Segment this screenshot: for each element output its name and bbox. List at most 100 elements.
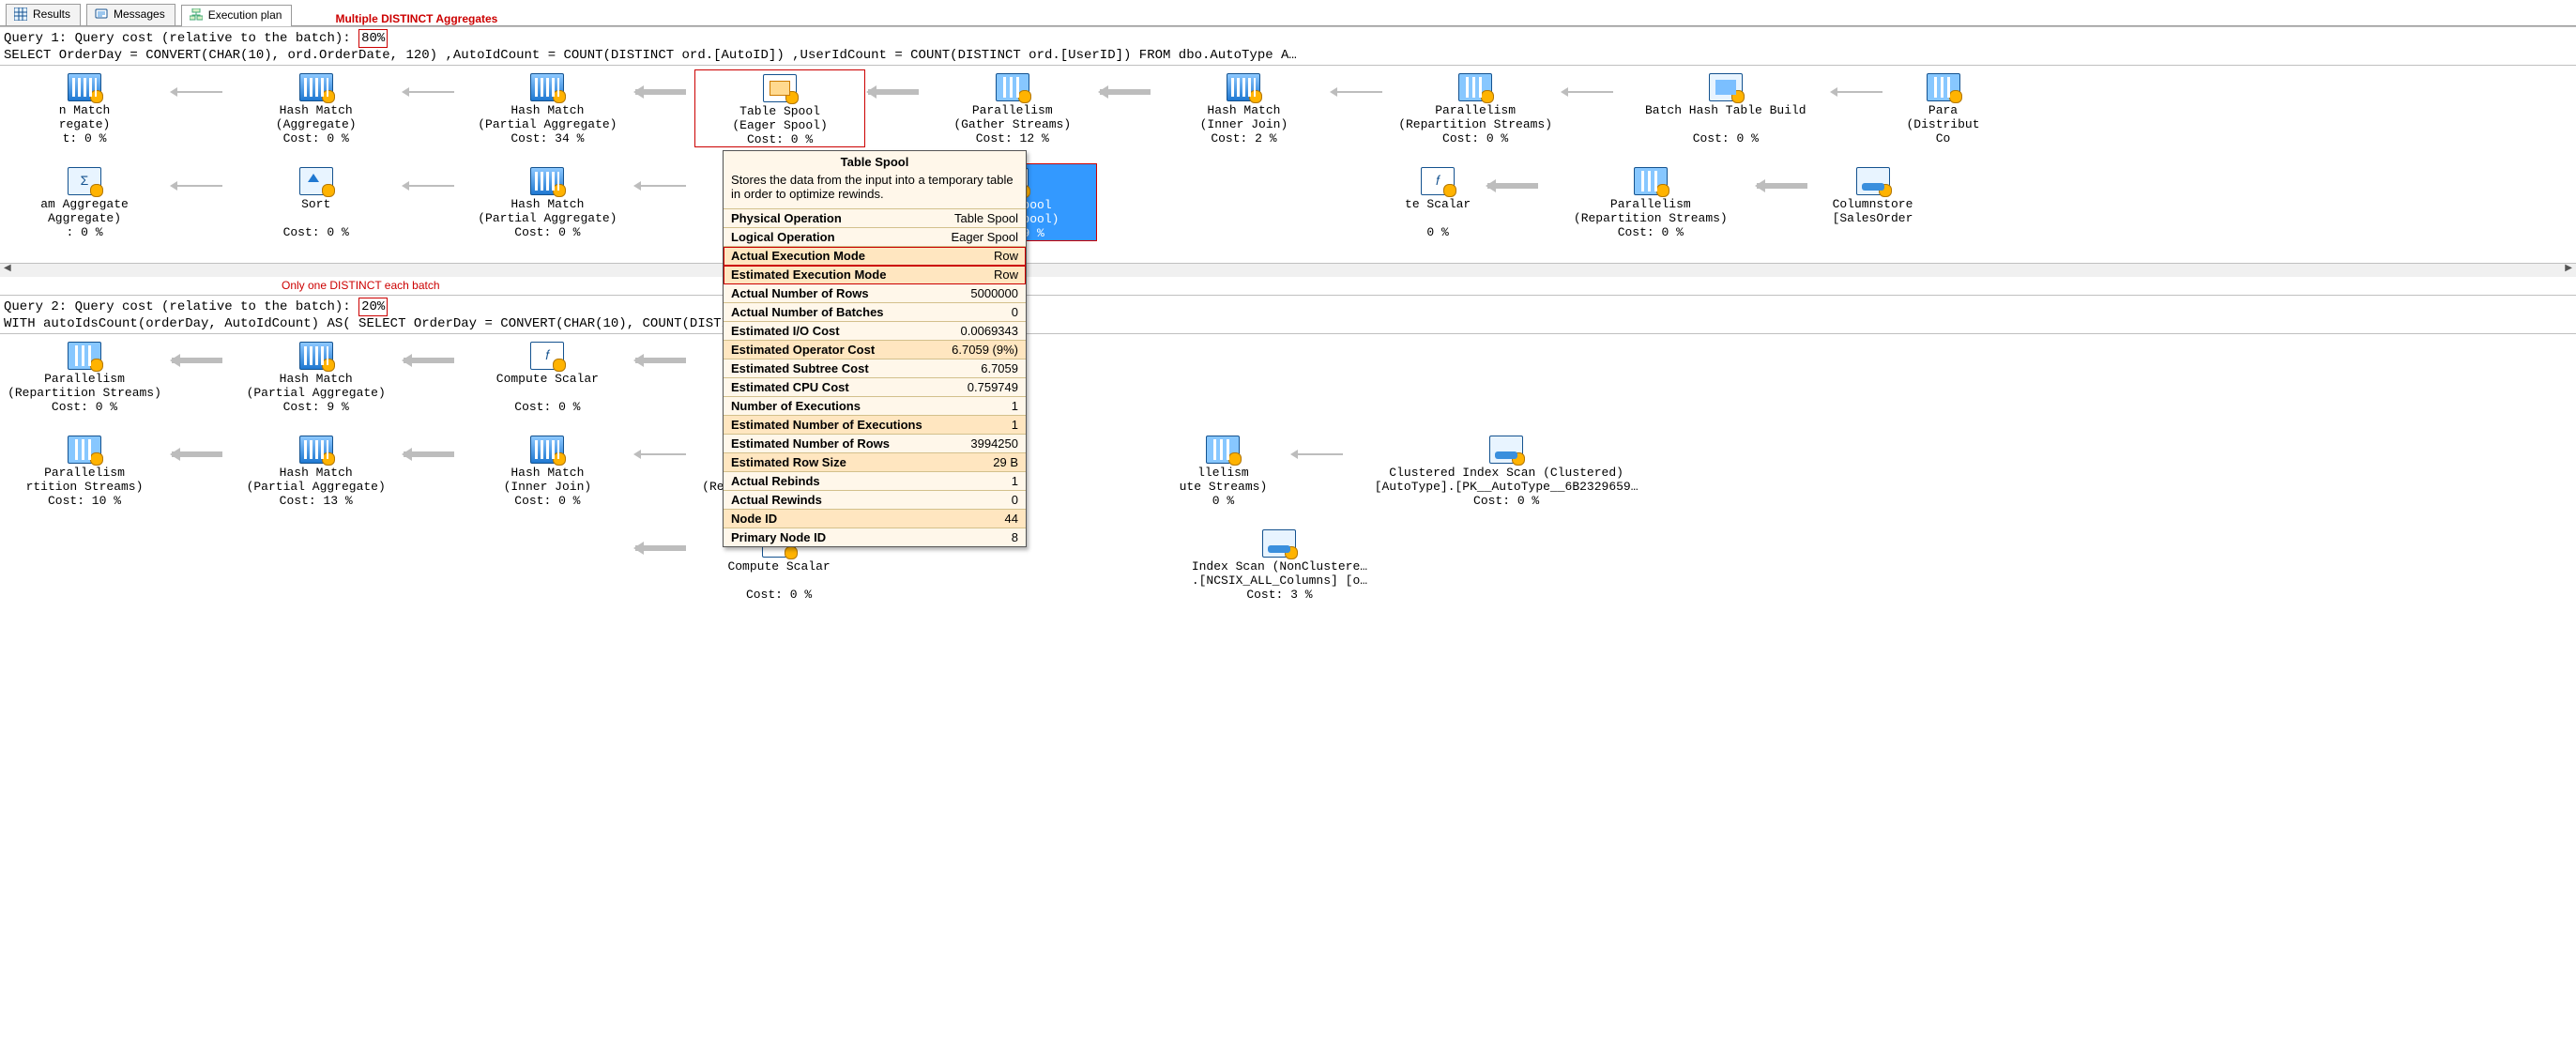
op-columnstore[interactable]: Columnstore[SalesOrder: [1817, 163, 1929, 225]
message-icon: [95, 8, 108, 21]
tooltip-row-value: 1: [939, 472, 1026, 491]
op-clustered-index-scan[interactable]: Clustered Index Scan (Clustered)[AutoTyp…: [1351, 432, 1661, 508]
tooltip-row-value: 0: [939, 303, 1026, 322]
plan-arrow: [1332, 79, 1388, 105]
tooltip-properties-table: Physical OperationTable SpoolLogical Ope…: [724, 208, 1026, 546]
op-parallelism-repartition[interactable]: Parallelismrtition Streams)Cost: 10 %: [0, 432, 169, 508]
op-hash-match-partial-aggregate[interactable]: Hash Match(Partial Aggregate)Cost: 34 %: [463, 69, 632, 145]
compute-scalar-icon: [530, 342, 564, 370]
op-table-spool-eager[interactable]: Table Spool(Eager Spool)Cost: 0 %: [694, 69, 865, 147]
tab-results-label: Results: [33, 8, 70, 21]
hash-match-icon: [530, 167, 564, 195]
tab-messages[interactable]: Messages: [86, 4, 175, 25]
query1-plan[interactable]: n Matchregate)t: 0 % Hash Match(Aggregat…: [0, 66, 2576, 263]
op-stream-aggregate[interactable]: am AggregateAggregate): 0 %: [0, 163, 169, 239]
tooltip-row-value: Eager Spool: [939, 228, 1026, 247]
tooltip-row-value: 29 B: [939, 453, 1026, 472]
tooltip-row: Estimated Operator Cost6.7059 (9%): [724, 341, 1026, 359]
tooltip-row: Primary Node ID8: [724, 528, 1026, 547]
tooltip-row: Estimated Number of Executions1: [724, 416, 1026, 435]
hash-match-icon: [299, 73, 333, 101]
tooltip-row-key: Primary Node ID: [724, 528, 939, 547]
op-hash-match-partial-aggregate[interactable]: Hash Match(Partial Aggregate)Cost: 9 %: [232, 338, 401, 414]
op-batch-hash-table-build[interactable]: Batch Hash Table BuildCost: 0 %: [1623, 69, 1829, 145]
parallelism-icon: [1927, 73, 1960, 101]
op-hash-match-aggregate[interactable]: n Matchregate)t: 0 %: [0, 69, 169, 145]
tooltip-row: Estimated I/O Cost0.0069343: [724, 322, 1026, 341]
tooltip-row-key: Estimated Subtree Cost: [724, 359, 939, 378]
clustered-index-scan-icon: [1489, 436, 1523, 464]
op-parallelism-distribute[interactable]: llelismute Streams)0 %: [1157, 432, 1288, 508]
op-hash-match-partial-aggregate[interactable]: Hash Match(Partial Aggregate)Cost: 13 %: [232, 432, 401, 508]
tab-plan-label: Execution plan: [208, 8, 282, 22]
plan-arrow: [635, 347, 692, 374]
tooltip-row: Actual Rewinds0: [724, 491, 1026, 510]
query2-plan[interactable]: Parallelism(Repartition Streams)Cost: 0 …: [0, 334, 2576, 616]
plan-arrow: [635, 441, 692, 467]
columnstore-icon: [1856, 167, 1890, 195]
op-parallelism-repartition[interactable]: Parallelism(Repartition Streams)Cost: 0 …: [1547, 163, 1754, 239]
parallelism-icon: [1206, 436, 1240, 464]
table-spool-icon: [763, 74, 797, 102]
op-parallelism-distribute[interactable]: Para(DistributCo: [1892, 69, 1995, 145]
op-hash-match-partial-aggregate[interactable]: Hash Match(Partial Aggregate)Cost: 0 %: [463, 163, 632, 239]
plan-arrow: [172, 173, 228, 199]
tab-results[interactable]: Results: [6, 4, 81, 25]
tooltip-row: Node ID44: [724, 510, 1026, 528]
plan-arrow: [635, 173, 692, 199]
results-tabbar: Results Messages Execution plan Multiple…: [0, 0, 2576, 26]
tooltip-row-value: 0.759749: [939, 378, 1026, 397]
parallelism-icon: [1634, 167, 1668, 195]
op-parallelism-repartition[interactable]: Parallelism(Repartition Streams)Cost: 0 …: [1391, 69, 1560, 145]
tooltip-row: Actual Number of Rows5000000: [724, 284, 1026, 303]
hash-match-icon: [530, 436, 564, 464]
query1-hscrollbar[interactable]: [0, 263, 2576, 277]
query1-cost-value: 80%: [358, 29, 388, 48]
compute-scalar-icon: [1421, 167, 1455, 195]
query2-header: Query 2: Query cost (relative to the bat…: [0, 295, 2576, 334]
op-compute-scalar[interactable]: Compute ScalarCost: 0 %: [463, 338, 632, 414]
plan-arrow: [172, 347, 228, 374]
tooltip-row: Actual Execution ModeRow: [724, 247, 1026, 266]
tooltip-row-value: 3994250: [939, 435, 1026, 453]
op-parallelism-repartition[interactable]: Parallelism(Repartition Streams)Cost: 0 …: [0, 338, 169, 414]
plan-icon: [190, 8, 203, 22]
op-hash-match-inner-join[interactable]: Hash Match(Inner Join)Cost: 0 %: [463, 432, 632, 508]
tooltip-row-key: Estimated Row Size: [724, 453, 939, 472]
op-parallelism-gather[interactable]: Parallelism(Gather Streams)Cost: 12 %: [928, 69, 1097, 145]
tooltip-row-value: 8: [939, 528, 1026, 547]
op-nonclustered-index-scan[interactable]: Index Scan (NonClustere….[NCSIX_ALL_Colu…: [1157, 526, 1401, 602]
index-scan-icon: [1262, 529, 1296, 558]
tooltip-title: Table Spool: [724, 151, 1026, 173]
plan-arrow: [404, 173, 460, 199]
tooltip-row-value: 0.0069343: [939, 322, 1026, 341]
parallelism-icon: [68, 342, 101, 370]
parallelism-icon: [996, 73, 1029, 101]
tooltip-row: Estimated Subtree Cost6.7059: [724, 359, 1026, 378]
tooltip-row-key: Node ID: [724, 510, 939, 528]
plan-arrow: [404, 347, 460, 374]
tooltip-row-value: 0: [939, 491, 1026, 510]
op-sort[interactable]: SortCost: 0 %: [232, 163, 401, 239]
annotation-multiple-distinct: Multiple DISTINCT Aggregates: [335, 12, 497, 25]
tooltip-row-key: Actual Number of Rows: [724, 284, 939, 303]
tooltip-row-value: 6.7059 (9%): [939, 341, 1026, 359]
op-hash-match-inner-join[interactable]: Hash Match(Inner Join)Cost: 2 %: [1159, 69, 1328, 145]
annotation-one-distinct: Only one DISTINCT each batch: [0, 277, 2576, 295]
tooltip-row: Estimated Row Size29 B: [724, 453, 1026, 472]
parallelism-icon: [1458, 73, 1492, 101]
hash-match-icon: [299, 436, 333, 464]
tooltip-row: Estimated Execution ModeRow: [724, 266, 1026, 284]
tooltip-row-key: Actual Rewinds: [724, 491, 939, 510]
op-hash-match-aggregate[interactable]: Hash Match(Aggregate)Cost: 0 %: [232, 69, 401, 145]
plan-arrow: [404, 79, 460, 105]
plan-arrow: [1562, 79, 1619, 105]
op-compute-scalar[interactable]: te Scalar0 %: [1391, 163, 1485, 239]
sort-icon: [299, 167, 333, 195]
tooltip-row-key: Number of Executions: [724, 397, 939, 416]
plan-arrow: [635, 535, 692, 561]
tooltip-description: Stores the data from the input into a te…: [724, 173, 1026, 208]
plan-arrow: [868, 79, 924, 105]
tab-execution-plan[interactable]: Execution plan: [181, 5, 293, 26]
tooltip-row: Number of Executions1: [724, 397, 1026, 416]
